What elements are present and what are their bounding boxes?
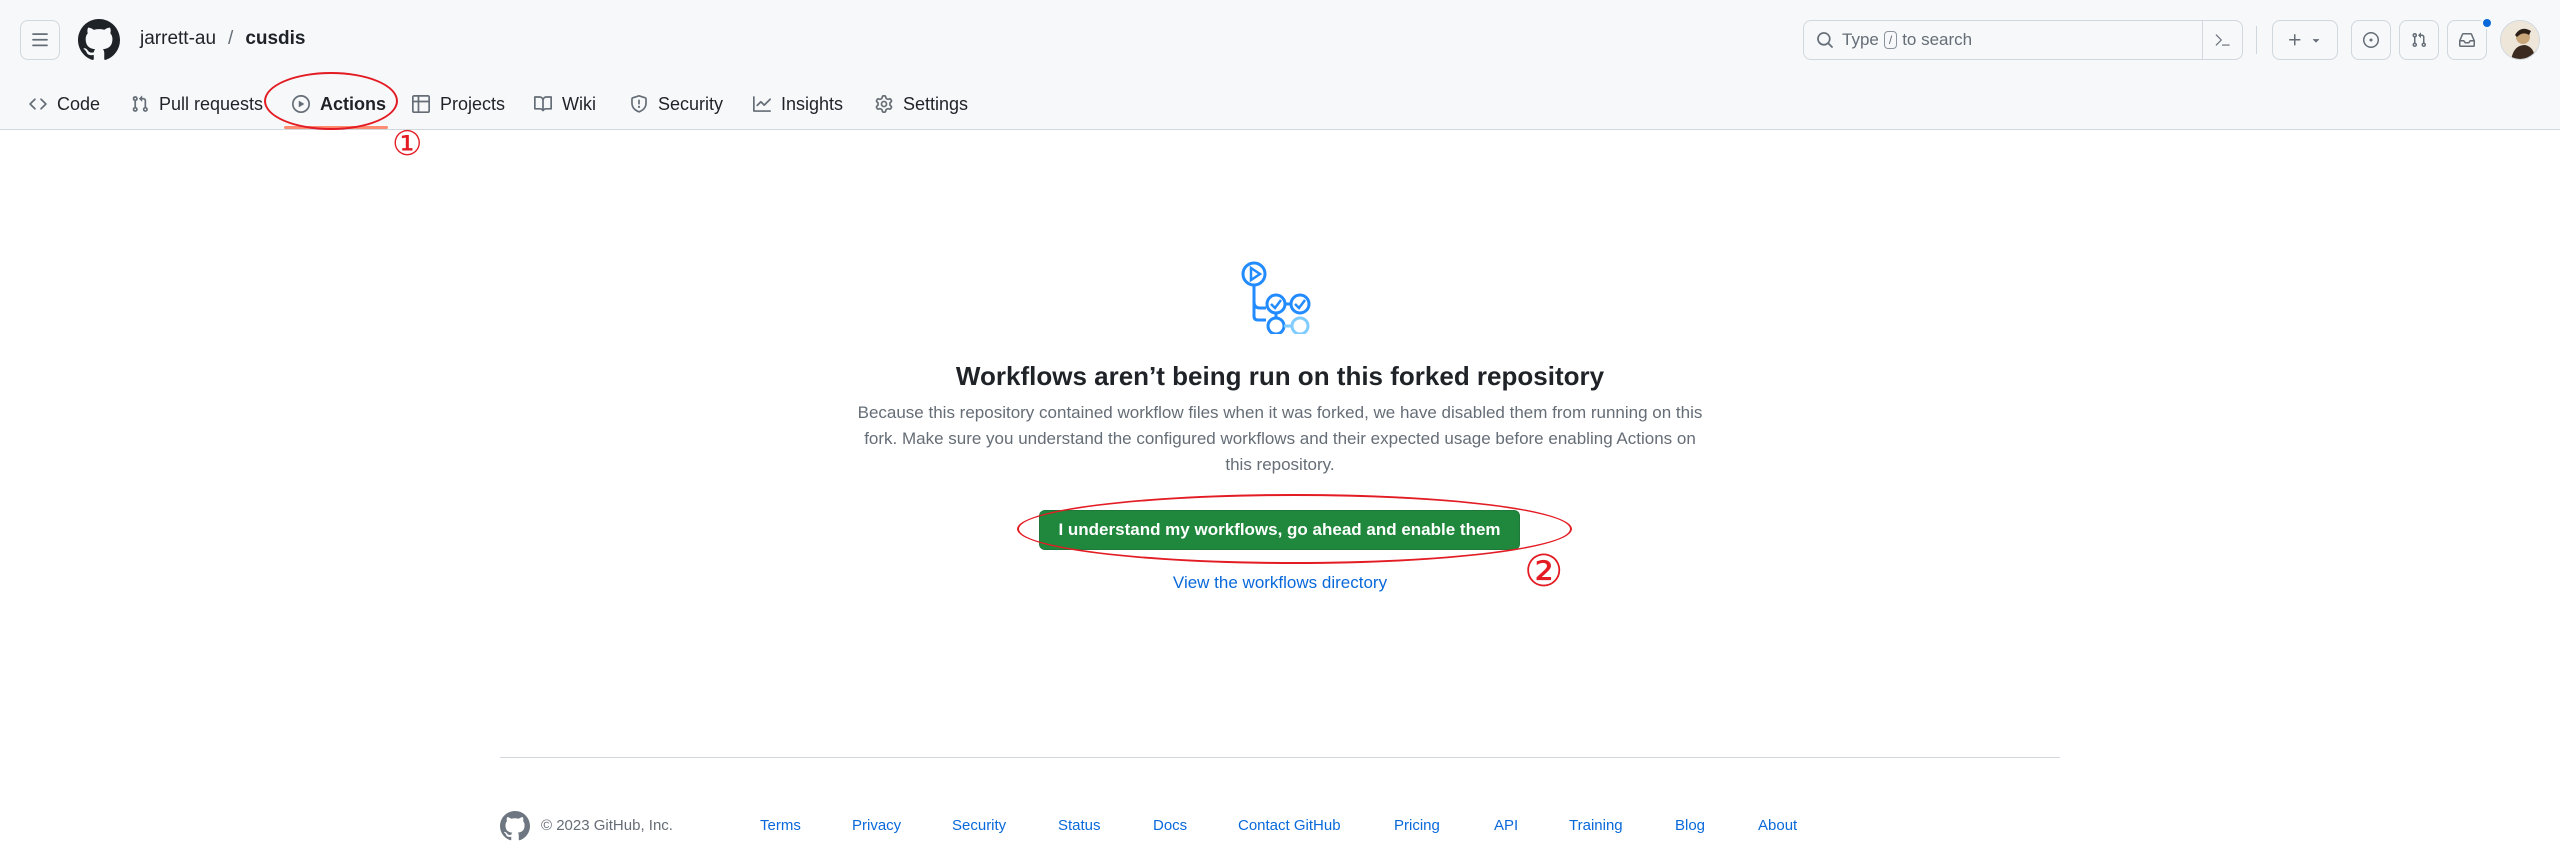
annotation-number-2: ② (1524, 546, 1564, 597)
search-placeholder-suffix: to search (1902, 30, 1973, 49)
breadcrumb-separator: / (228, 28, 234, 49)
tab-pull-requests-label: Pull requests (159, 93, 264, 114)
breadcrumb-repo-link[interactable]: cusdis (245, 28, 305, 50)
footer-link-security[interactable]: Security (952, 817, 1006, 834)
code-icon (29, 98, 47, 110)
search-input[interactable]: Type / to search (1803, 20, 2243, 60)
book-icon (534, 96, 552, 112)
notification-indicator (2481, 17, 2493, 29)
search-icon (1817, 32, 1833, 48)
footer-divider (500, 757, 2060, 758)
tab-security[interactable]: Security (630, 80, 723, 128)
breadcrumb: jarrett-au / cusdis (140, 28, 306, 50)
shield-icon (631, 95, 647, 113)
tab-wiki[interactable]: Wiki (534, 80, 596, 128)
workflow-icon (1241, 261, 1311, 334)
tab-projects-label: Projects (440, 93, 506, 114)
footer-link-status[interactable]: Status (1058, 817, 1101, 834)
tab-settings-label: Settings (903, 93, 969, 114)
footer-link-privacy[interactable]: Privacy (852, 817, 901, 834)
workflows-directory-link-text[interactable]: View the workflows directory (1173, 573, 1387, 592)
create-new-button[interactable] (2272, 20, 2338, 60)
issues-button[interactable] (2351, 20, 2391, 60)
annotation-number-1: ① (392, 124, 423, 164)
git-pull-request-icon (132, 95, 148, 112)
hamburger-icon (32, 33, 48, 47)
tab-insights[interactable]: Insights (753, 80, 843, 128)
footer-link-pricing[interactable]: Pricing (1394, 817, 1440, 834)
plus-icon (2289, 34, 2301, 46)
table-icon (412, 95, 430, 113)
github-logo-icon[interactable] (78, 19, 120, 61)
tab-insights-label: Insights (781, 93, 844, 114)
header-divider (2256, 26, 2257, 54)
annotation-ellipse-actions (264, 72, 398, 130)
tab-security-label: Security (658, 93, 724, 114)
annotation-ellipse-enable (1017, 494, 1572, 564)
footer-link-contact[interactable]: Contact GitHub (1238, 817, 1341, 834)
tab-pull-requests[interactable]: Pull requests (131, 80, 263, 128)
tab-code-label: Code (57, 93, 101, 114)
issue-opened-icon (2363, 32, 2379, 48)
search-shortcut-key: / (1883, 31, 1898, 49)
search-placeholder-prefix: Type (1842, 30, 1879, 49)
command-palette-button[interactable] (2202, 21, 2242, 59)
inbox-icon (2459, 33, 2475, 47)
triangle-down-icon (2312, 39, 2320, 43)
git-pull-request-icon (2412, 32, 2427, 48)
footer-link-about[interactable]: About (1758, 817, 1797, 834)
header-top-row: jarrett-au / cusdis Type / to search (0, 0, 2560, 80)
terminal-icon (2215, 34, 2230, 46)
avatar[interactable] (2500, 20, 2540, 60)
blankslate-description: Because this repository contained workfl… (857, 403, 1703, 474)
tab-settings[interactable]: Settings (875, 80, 968, 128)
tab-wiki-label: Wiki (562, 93, 596, 114)
breadcrumb-owner-link[interactable]: jarrett-au (140, 28, 216, 50)
user-avatar-image (2501, 21, 2539, 59)
gear-icon (875, 95, 893, 113)
footer-link-terms[interactable]: Terms (760, 817, 801, 834)
footer-link-api[interactable]: API (1494, 817, 1518, 834)
footer-link-training[interactable]: Training (1569, 817, 1623, 834)
github-logo-icon[interactable] (500, 811, 530, 841)
tab-code[interactable]: Code (29, 80, 100, 128)
workflows-directory-link: View the workflows directory (0, 573, 2560, 593)
menu-button[interactable] (20, 20, 60, 60)
footer-link-docs[interactable]: Docs (1153, 817, 1187, 834)
footer-copyright: © 2023 GitHub, Inc. (541, 817, 673, 834)
pull-requests-button[interactable] (2399, 20, 2439, 60)
tab-projects[interactable]: Projects (412, 80, 505, 128)
footer-link-blog[interactable]: Blog (1675, 817, 1705, 834)
graph-icon (753, 96, 771, 112)
blankslate-title: Workflows aren’t being run on this forke… (955, 361, 1605, 391)
